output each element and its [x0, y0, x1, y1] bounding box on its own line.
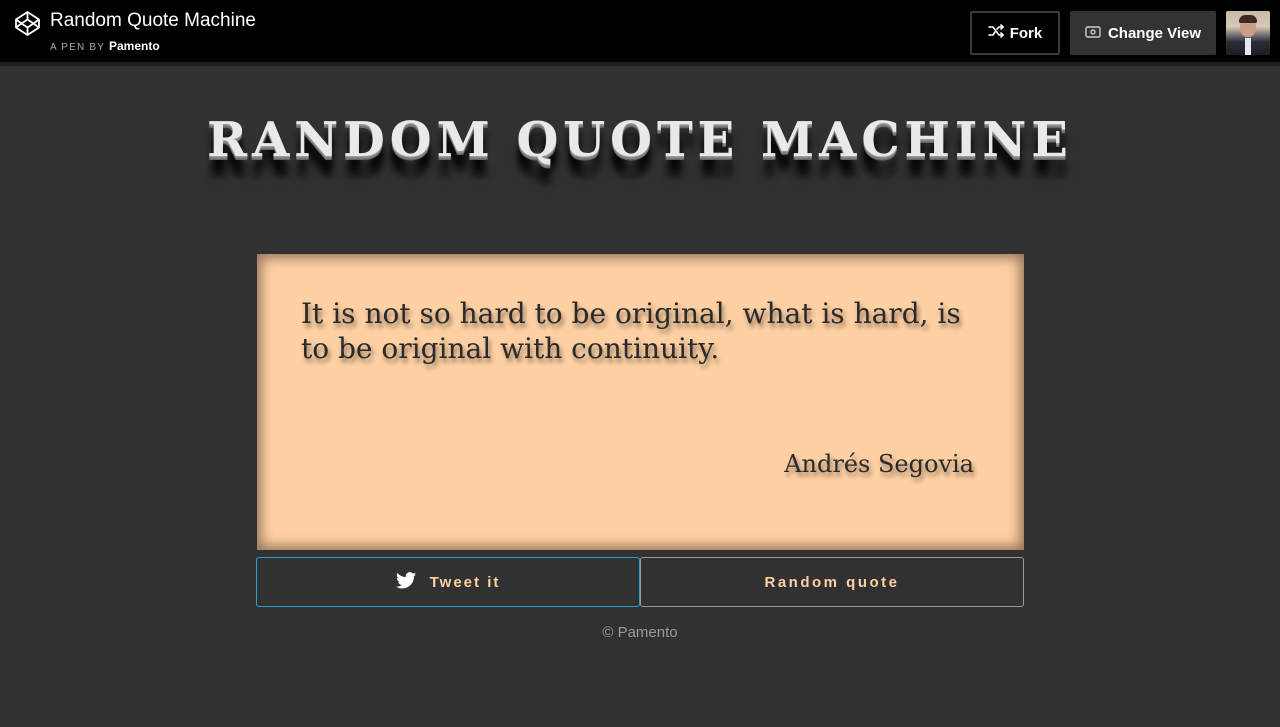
pen-byline: A PEN BY Pamento — [50, 39, 160, 53]
top-bar: Random Quote Machine A PEN BY Pamento Fo… — [0, 0, 1280, 66]
random-quote-label: Random quote — [764, 573, 900, 591]
page-title: RANDOM QUOTE MACHINE — [207, 112, 1073, 168]
tweet-label: Tweet it — [429, 573, 501, 591]
avatar-shirt — [1245, 38, 1251, 55]
random-quote-button[interactable]: Random quote — [640, 557, 1024, 607]
quote-card: It is not so hard to be original, what i… — [257, 254, 1024, 550]
quote-author: Andrés Segovia — [784, 450, 974, 478]
fork-icon — [987, 24, 1004, 42]
author-link[interactable]: Pamento — [109, 39, 160, 53]
quote-text: It is not so hard to be original, what i… — [301, 297, 961, 365]
avatar-hair — [1239, 15, 1257, 23]
avatar[interactable] — [1226, 11, 1270, 55]
change-view-button[interactable]: Change View — [1070, 11, 1216, 55]
twitter-icon — [395, 571, 416, 593]
pen-by-label: A PEN BY — [50, 42, 105, 53]
change-view-label: Change View — [1107, 24, 1202, 42]
fork-button[interactable]: Fork — [970, 11, 1060, 55]
pen-title: Random Quote Machine — [50, 10, 256, 31]
codepen-icon[interactable] — [14, 10, 41, 37]
footer-copyright: © Pamento — [602, 624, 678, 641]
tweet-button[interactable]: Tweet it — [256, 557, 640, 607]
eye-icon — [1085, 25, 1101, 42]
fork-label: Fork — [1009, 24, 1043, 42]
